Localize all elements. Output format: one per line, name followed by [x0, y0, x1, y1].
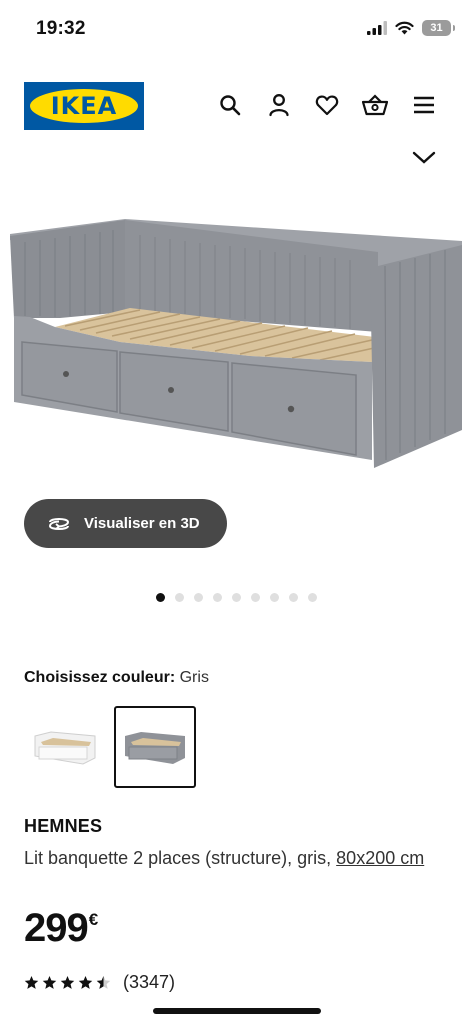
product-description: Lit banquette 2 places (structure), gris… [24, 844, 454, 873]
heart-icon[interactable] [314, 92, 340, 118]
rotate-3d-icon [46, 514, 72, 534]
search-icon[interactable] [217, 92, 243, 118]
color-chooser: Choisissez couleur: Gris [24, 669, 209, 687]
signal-icon [367, 21, 387, 35]
logo-text: IKEA [50, 92, 118, 120]
ikea-logo[interactable]: IKEA [24, 82, 144, 130]
swatch-white[interactable] [24, 706, 106, 788]
carousel-dot[interactable] [270, 593, 279, 602]
visualize-3d-button[interactable]: Visualiser en 3D [24, 499, 227, 548]
logo-oval: IKEA [30, 89, 138, 123]
carousel-dots [0, 593, 473, 602]
status-bar: 19:32 31 [0, 0, 473, 58]
daybed-illustration [10, 219, 462, 468]
color-value: Gris [179, 669, 209, 686]
chevron-down-icon[interactable] [411, 148, 437, 168]
product-description-text: Lit banquette 2 places (structure), gris… [24, 848, 332, 868]
basket-icon[interactable] [362, 92, 388, 118]
app-header: IKEA [0, 80, 473, 132]
carousel-dot[interactable] [232, 593, 241, 602]
product-name: HEMNES [24, 816, 103, 836]
price-currency: € [88, 910, 99, 929]
rating-stars [24, 975, 111, 990]
star-icon [60, 975, 75, 989]
menu-icon[interactable] [411, 92, 437, 118]
price-value: 299 [24, 906, 89, 950]
status-icons: 31 [367, 20, 455, 36]
color-swatches [24, 706, 196, 788]
product-size-link[interactable]: 80x200 cm [336, 848, 424, 868]
review-count: (3347) [123, 972, 176, 992]
carousel-dot[interactable] [156, 593, 165, 602]
carousel-dot[interactable] [194, 593, 203, 602]
carousel-dot[interactable] [175, 593, 184, 602]
product-price: 299 € [24, 906, 98, 951]
home-indicator [153, 1008, 321, 1014]
carousel-dot[interactable] [289, 593, 298, 602]
product-image[interactable] [0, 190, 473, 490]
star-icon [78, 975, 93, 989]
star-icon [24, 975, 39, 989]
user-icon[interactable] [266, 92, 292, 118]
wifi-icon [395, 21, 414, 35]
battery-icon: 31 [422, 20, 455, 36]
star-icon [42, 975, 57, 989]
star-half-icon [96, 975, 111, 989]
carousel-dot[interactable] [308, 593, 317, 602]
visualize-3d-label: Visualiser en 3D [84, 515, 200, 532]
carousel-dot[interactable] [213, 593, 222, 602]
status-time: 19:32 [36, 18, 86, 39]
swatch-grey[interactable] [114, 706, 196, 788]
color-label: Choisissez couleur: [24, 669, 176, 686]
carousel-dot[interactable] [251, 593, 260, 602]
product-rating[interactable]: (3347) [24, 972, 175, 993]
